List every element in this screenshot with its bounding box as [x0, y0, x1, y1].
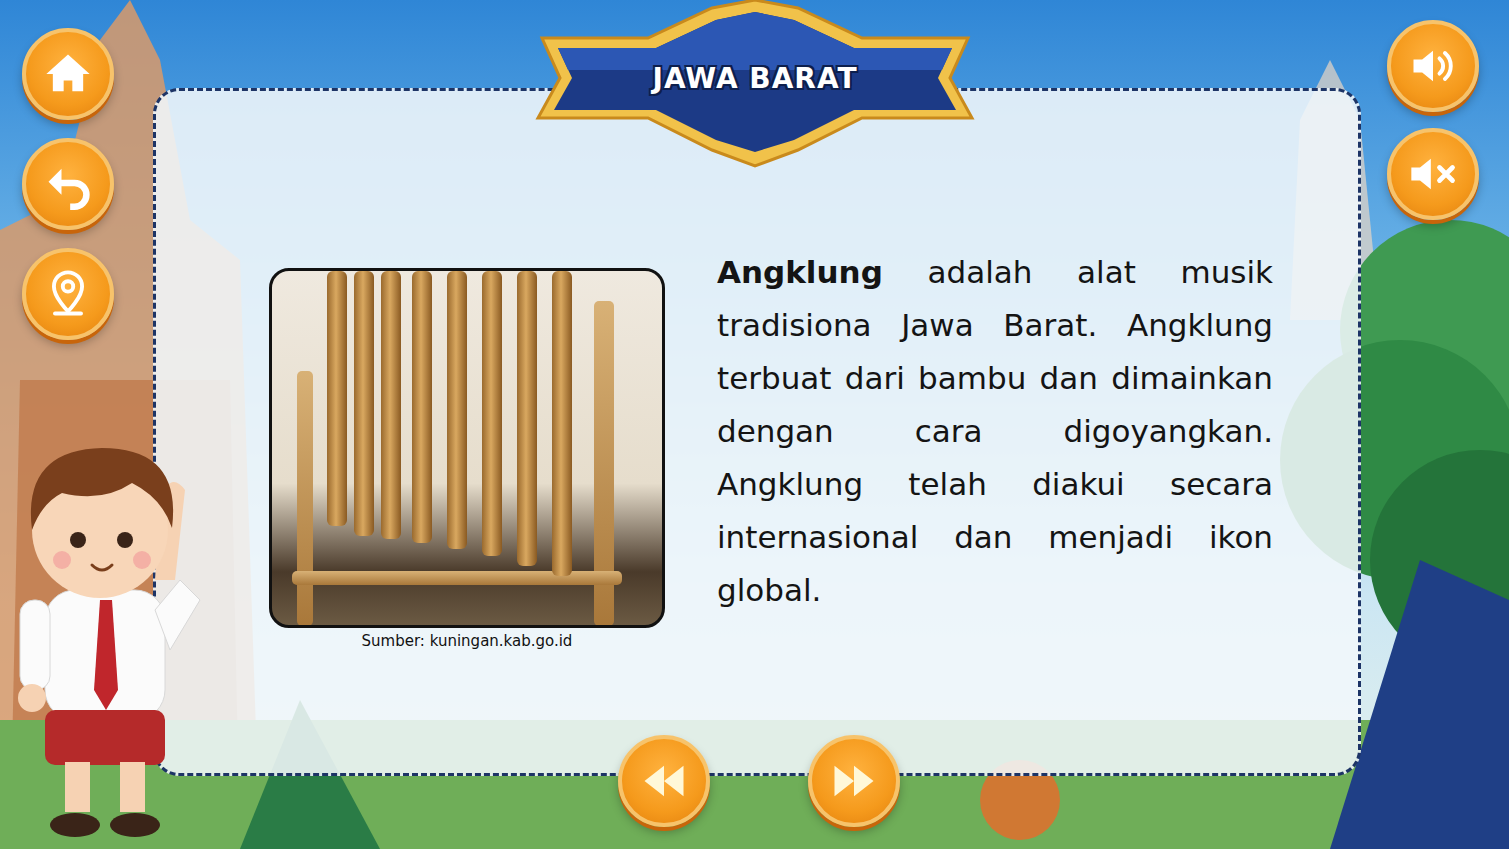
speaker-icon [1407, 40, 1459, 92]
description-term: Angklung [717, 254, 883, 290]
home-icon [42, 48, 94, 100]
game-screen: Sumber: kuningan.kab.go.id Angklung adal… [0, 0, 1509, 849]
map-button[interactable] [22, 248, 114, 340]
next-button[interactable] [808, 735, 900, 827]
back-button[interactable] [22, 138, 114, 230]
speaker-muted-icon [1407, 148, 1459, 200]
home-button[interactable] [22, 28, 114, 120]
title-banner: JAWA BARAT [532, 0, 978, 170]
fast-forward-icon [828, 755, 880, 807]
photo-panel: Sumber: kuningan.kab.go.id [269, 268, 665, 653]
mute-button[interactable] [1387, 128, 1479, 220]
page-title: JAWA BARAT [642, 58, 867, 100]
description: Angklung adalah alat musik tradisiona Ja… [717, 246, 1273, 617]
sound-on-button[interactable] [1387, 20, 1479, 112]
student-character-icon [0, 440, 205, 849]
map-pin-icon [42, 268, 94, 320]
content-card: Sumber: kuningan.kab.go.id Angklung adal… [153, 88, 1361, 776]
photo-caption: Sumber: kuningan.kab.go.id [269, 630, 665, 653]
rewind-icon [638, 755, 690, 807]
back-arrow-icon [42, 158, 94, 210]
angklung-photo [269, 268, 665, 628]
previous-button[interactable] [618, 735, 710, 827]
description-text: adalah alat musik tradisiona Jawa Barat.… [717, 254, 1273, 608]
